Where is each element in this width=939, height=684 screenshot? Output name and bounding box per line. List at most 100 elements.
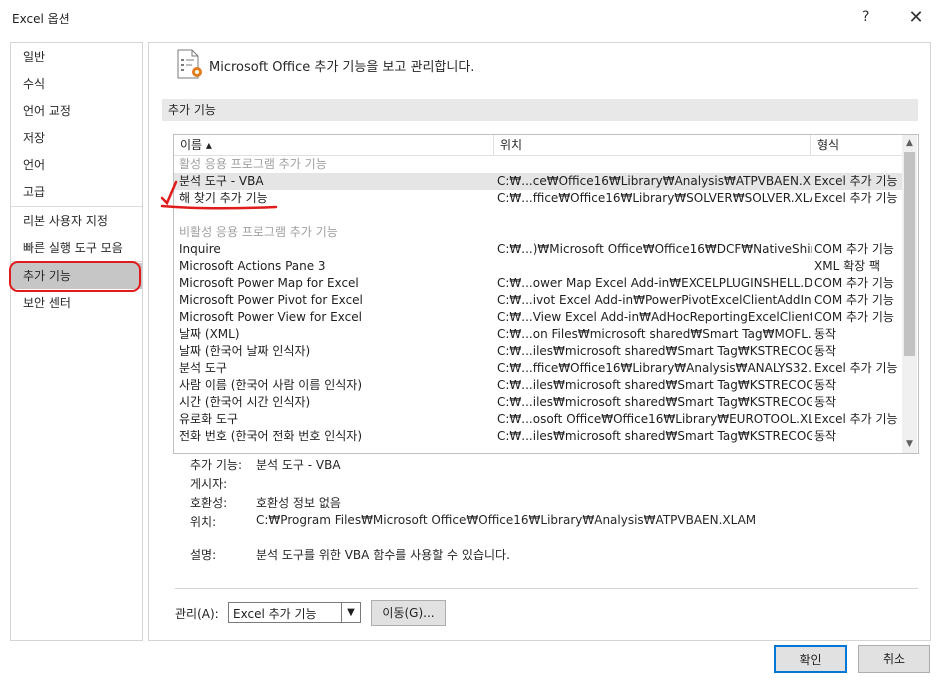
- table-cell: 유로화 도구: [179, 412, 239, 426]
- addins-gear-icon: [177, 49, 202, 79]
- table-cell: Excel 추가 기능: [814, 174, 898, 188]
- table-cell: C:₩...ower Map Excel Add-in₩EXCELPLUGINS…: [497, 276, 812, 290]
- options-sidebar: 일반 수식 언어 교정 저장 언어 고급 리본 사용자 지정 빠른 실행 도구 …: [10, 42, 143, 641]
- column-header-location[interactable]: 위치: [494, 135, 811, 155]
- manage-label: 관리(A):: [175, 607, 219, 621]
- panel-heading: Microsoft Office 추가 기능을 보고 관리합니다.: [209, 60, 475, 75]
- table-cell: COM 추가 기능: [814, 310, 894, 324]
- table-cell: COM 추가 기능: [814, 242, 894, 256]
- cancel-button[interactable]: 취소: [858, 645, 930, 673]
- detail-desc-value: 분석 도구를 위한 VBA 함수를 사용할 수 있습니다.: [256, 548, 510, 562]
- table-cell: Microsoft Power Map for Excel: [179, 276, 359, 290]
- table-row[interactable]: Microsoft Power View for Excel C:₩...View…: [174, 309, 902, 326]
- sidebar-item-customize-ribbon[interactable]: 리본 사용자 지정: [11, 208, 142, 234]
- close-button[interactable]: ✕: [904, 6, 928, 30]
- scroll-thumb[interactable]: [904, 152, 915, 356]
- divider: [175, 588, 918, 589]
- table-cell: Microsoft Power View for Excel: [179, 310, 362, 324]
- sidebar-item-trust-center[interactable]: 보안 센터: [11, 290, 142, 316]
- sidebar-item-language[interactable]: 언어: [11, 152, 142, 178]
- table-cell: Microsoft Power Pivot for Excel: [179, 293, 363, 307]
- table-cell: C:₩...View Excel Add-in₩AdHocReportingEx…: [497, 310, 812, 324]
- window-title: Excel 옵션: [12, 12, 70, 26]
- scroll-down-icon[interactable]: ▼: [902, 436, 917, 453]
- table-cell: 활성 응용 프로그램 추가 기능: [179, 157, 327, 171]
- table-cell: C:₩...on Files₩microsoft shared₩Smart Ta…: [497, 327, 812, 341]
- list-header: 이름 ▴ 위치 형식: [174, 135, 902, 156]
- table-cell: 동작: [814, 395, 837, 409]
- table-cell: 동작: [814, 378, 837, 392]
- table-cell: 전화 번호 (한국어 전화 번호 인식자): [179, 429, 362, 443]
- detail-compat-value: 호환성 정보 없음: [256, 496, 341, 510]
- table-row[interactable]: 날짜 (XML) C:₩...on Files₩microsoft shared₩…: [174, 326, 902, 343]
- detail-addin-label: 추가 기능:: [190, 458, 243, 472]
- table-cell: 분석 도구: [179, 361, 227, 375]
- group-header-active: 활성 응용 프로그램 추가 기능: [174, 156, 902, 173]
- table-row[interactable]: 유로화 도구 C:₩...osoft Office₩Office16₩Librar…: [174, 411, 902, 428]
- table-row[interactable]: Microsoft Power Pivot for Excel C:₩...ivo…: [174, 292, 902, 309]
- ok-button[interactable]: 확인: [774, 645, 847, 673]
- sidebar-divider: [11, 206, 142, 207]
- group-header-inactive: 비활성 응용 프로그램 추가 기능: [174, 224, 902, 241]
- table-cell: COM 추가 기능: [814, 293, 894, 307]
- detail-desc-label: 설명:: [190, 548, 217, 562]
- title-bar: Excel 옵션 ? ✕: [0, 0, 939, 36]
- table-cell: C:₩...iles₩microsoft shared₩Smart Tag₩KS…: [497, 378, 812, 392]
- table-row[interactable]: 사람 이름 (한국어 사람 이름 인식자) C:₩...iles₩microsof…: [174, 377, 902, 394]
- table-cell: 동작: [814, 344, 837, 358]
- table-cell: Excel 추가 기능: [814, 361, 898, 375]
- list-scrollbar[interactable]: ▲ ▼: [902, 135, 917, 453]
- sidebar-item-save[interactable]: 저장: [11, 125, 142, 151]
- chevron-down-icon[interactable]: ▼: [341, 603, 360, 622]
- table-cell: 비활성 응용 프로그램 추가 기능: [179, 225, 338, 239]
- table-cell: 시간 (한국어 시간 인식자): [179, 395, 311, 409]
- scroll-up-icon[interactable]: ▲: [902, 135, 917, 152]
- red-highlight-annotation: [9, 261, 141, 292]
- sidebar-item-proofing[interactable]: 언어 교정: [11, 98, 142, 124]
- detail-location-value: C:₩Program Files₩Microsoft Office₩Office…: [256, 513, 757, 527]
- table-cell: C:₩...iles₩microsoft shared₩Smart Tag₩KS…: [497, 344, 812, 358]
- sidebar-item-general[interactable]: 일반: [11, 44, 142, 70]
- table-cell: C:₩...ffice₩Office16₩Library₩SOLVER₩SOLV…: [497, 191, 812, 205]
- go-button[interactable]: 이동(G)...: [371, 600, 446, 626]
- table-cell: Excel 추가 기능: [814, 191, 898, 205]
- red-checkmark-annotation: [160, 180, 278, 210]
- table-cell: C:₩...ce₩Office16₩Library₩Analysis₩ATPVB…: [497, 174, 812, 188]
- table-cell: 동작: [814, 429, 837, 443]
- table-cell: 날짜 (한국어 날짜 인식자): [179, 344, 311, 358]
- table-row[interactable]: 해 찾기 추가 기능 C:₩...ffice₩Office16₩Library₩…: [174, 190, 902, 207]
- section-header: 추가 기능: [162, 99, 918, 121]
- table-cell: XML 확장 팩: [814, 259, 881, 273]
- sidebar-item-quick-access-toolbar[interactable]: 빠른 실행 도구 모음: [11, 235, 142, 261]
- addins-list[interactable]: 이름 ▴ 위치 형식 활성 응용 프로그램 추가 기능 분석 도구 - VBA …: [173, 134, 919, 454]
- table-row[interactable]: 시간 (한국어 시간 인식자) C:₩...iles₩microsoft shar…: [174, 394, 902, 411]
- sidebar-item-formulas[interactable]: 수식: [11, 71, 142, 97]
- table-cell: C:₩...iles₩microsoft shared₩Smart Tag₩KS…: [497, 395, 812, 409]
- table-row[interactable]: Microsoft Power Map for Excel C:₩...ower …: [174, 275, 902, 292]
- table-cell: C:₩...osoft Office₩Office16₩Library₩EURO…: [497, 412, 812, 426]
- table-row[interactable]: 전화 번호 (한국어 전화 번호 인식자) C:₩...iles₩microsof…: [174, 428, 902, 445]
- table-cell: C:₩...ivot Excel Add-in₩PowerPivotExcelC…: [497, 293, 812, 307]
- help-button[interactable]: ?: [862, 9, 869, 25]
- detail-location-label: 위치:: [190, 515, 217, 529]
- table-row[interactable]: 분석 도구 C:₩...ffice₩Office16₩Library₩Analys…: [174, 360, 902, 377]
- table-row[interactable]: Microsoft Actions Pane 3 XML 확장 팩: [174, 258, 902, 275]
- table-row[interactable]: Inquire C:₩...)₩Microsoft Office₩Office16…: [174, 241, 902, 258]
- table-cell: 사람 이름 (한국어 사람 이름 인식자): [179, 378, 362, 392]
- table-row[interactable]: 날짜 (한국어 날짜 인식자) C:₩...iles₩microsoft shar…: [174, 343, 902, 360]
- table-row[interactable]: 분석 도구 - VBA C:₩...ce₩Office16₩Library₩An…: [174, 173, 902, 190]
- manage-select[interactable]: Excel 추가 기능 ▼: [228, 602, 361, 623]
- table-cell: C:₩...)₩Microsoft Office₩Office16₩DCF₩Na…: [497, 242, 812, 256]
- table-cell: Inquire: [179, 242, 221, 256]
- column-header-type[interactable]: 형식: [811, 135, 902, 155]
- table-cell: 날짜 (XML): [179, 327, 240, 341]
- table-cell: Excel 추가 기능: [814, 412, 898, 426]
- column-header-name[interactable]: 이름 ▴: [174, 135, 494, 155]
- table-cell: 동작: [814, 327, 837, 341]
- table-cell: C:₩...ffice₩Office16₩Library₩Analysis₩AN…: [497, 361, 812, 375]
- sidebar-item-advanced[interactable]: 고급: [11, 179, 142, 205]
- table-cell: COM 추가 기능: [814, 276, 894, 290]
- detail-addin-value: 분석 도구 - VBA: [256, 458, 341, 472]
- table-cell: C:₩...iles₩microsoft shared₩Smart Tag₩KS…: [497, 429, 812, 443]
- table-cell: Microsoft Actions Pane 3: [179, 259, 326, 273]
